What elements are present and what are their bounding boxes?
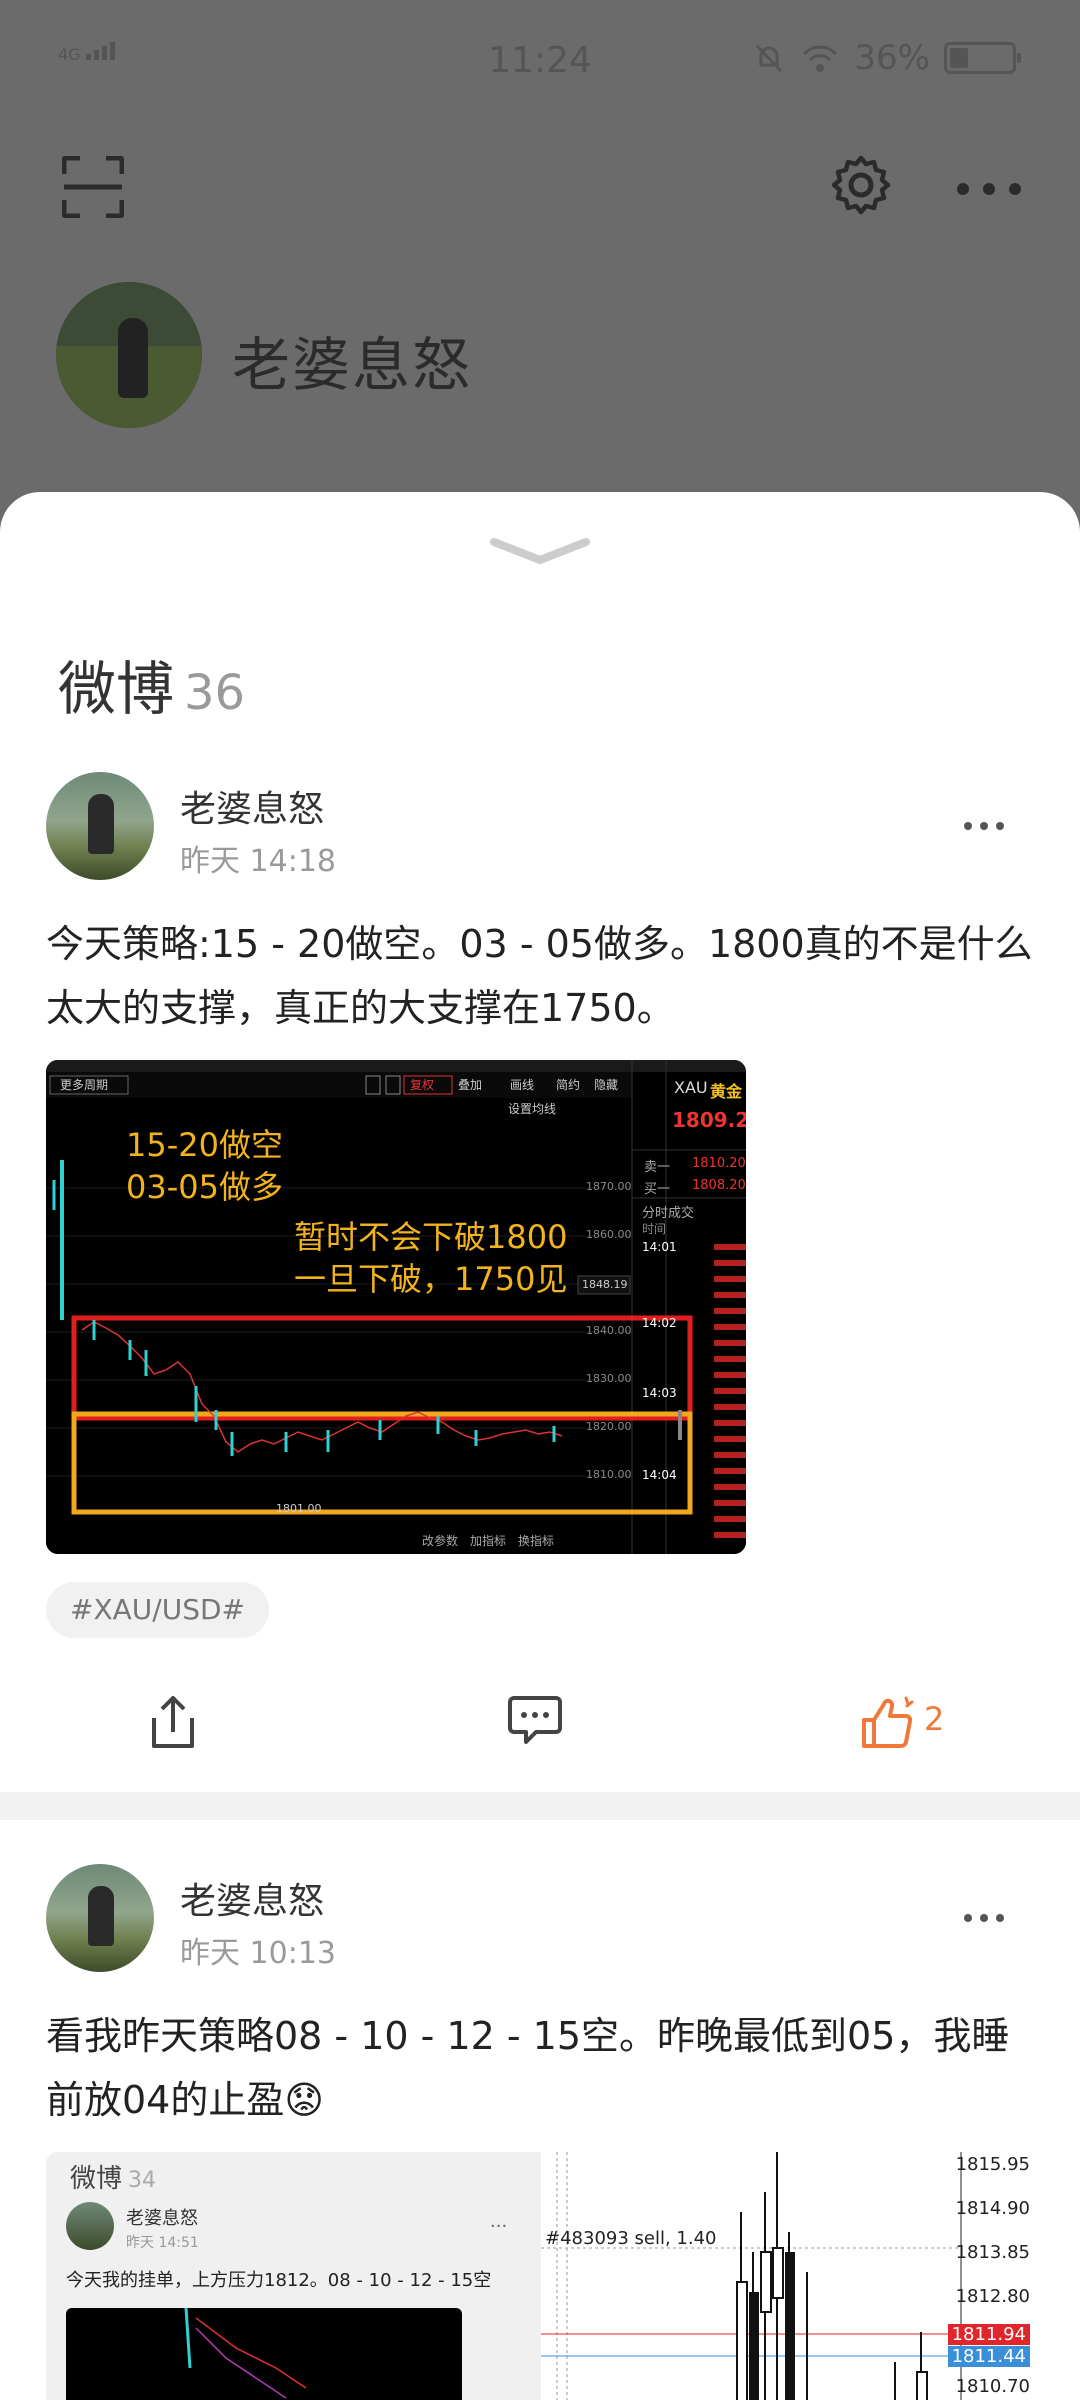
post-time: 昨天 14:18 xyxy=(180,844,336,879)
chart-note-2: 03-05做多 xyxy=(126,1168,283,1206)
axis-label: 1830.00 xyxy=(586,1372,632,1385)
price-tick: 1813.85 xyxy=(955,2242,1030,2263)
tick-time: 14:04 xyxy=(642,1468,677,1482)
price-tick: 1812.80 xyxy=(955,2286,1030,2307)
axis-label: 1848.19 xyxy=(582,1278,628,1291)
restore-button: 复权 xyxy=(410,1078,435,1092)
profile-avatar[interactable] xyxy=(56,282,202,428)
chart-footer-item: 加指标 xyxy=(470,1534,507,1548)
period-button: 更多周期 xyxy=(60,1078,109,1092)
post-text: 今天策略:15 - 20做空。03 - 05做多。1800真的不是什么太大的支撑… xyxy=(46,922,1033,1030)
sell-price-flag: 1811.94 xyxy=(947,2324,1030,2345)
sell-price: 1810.20 xyxy=(692,1156,746,1171)
post-more-icon[interactable] xyxy=(964,1914,1004,1926)
battery-percent: 36% xyxy=(854,38,930,78)
buy-price-flag: 1811.44 xyxy=(947,2346,1030,2367)
weibo-sheet: 微博 36 老婆息怒 昨天 14:18 今天策略:15 - 20做空。03 - 0… xyxy=(0,492,1080,2400)
axis-label: 1820.00 xyxy=(586,1420,632,1433)
low-label: 1801.00 xyxy=(276,1502,322,1515)
embedded-avatar xyxy=(66,2202,114,2250)
tick-time: 14:02 xyxy=(642,1316,677,1330)
chart-footer-item: 换指标 xyxy=(518,1534,555,1548)
embedded-count: 34 xyxy=(128,2168,157,2193)
post-divider xyxy=(0,1792,1080,1820)
post-image-screenshot[interactable]: 微博 34 老婆息怒 昨天 14:51 ··· 今天我的挂单，上方压力1812。0… xyxy=(46,2152,1036,2400)
post-avatar[interactable] xyxy=(46,772,154,880)
section-title: 微博 36 xyxy=(58,642,245,726)
axis-label: 1870.00 xyxy=(586,1180,632,1193)
buy-label: 买一 xyxy=(644,1182,671,1197)
post-actions: 2 xyxy=(0,1684,1080,1764)
axis-label: 1840.00 xyxy=(586,1324,632,1337)
symbol-code: XAU xyxy=(674,1078,708,1097)
embedded-text: 今天我的挂单，上方压力1812。08 - 10 - 12 - 15空 xyxy=(66,2270,492,2291)
embedded-weibo-screenshot: 微博 34 老婆息怒 昨天 14:51 ··· 今天我的挂单，上方压力1812。0… xyxy=(46,2152,541,2400)
embedded-title: 微博 34 xyxy=(70,2158,156,2195)
axis-label: 1860.00 xyxy=(586,1228,632,1241)
simple-button: 简约 xyxy=(556,1078,581,1092)
embedded-time: 昨天 14:51 xyxy=(126,2235,199,2251)
hashtag-chip[interactable]: #XAU/USD# xyxy=(46,1582,270,1638)
price-tick: 1815.95 xyxy=(955,2154,1030,2175)
symbol-name: 黄金 xyxy=(710,1082,743,1101)
tick-time: 14:01 xyxy=(642,1240,677,1254)
tick-time: 14:03 xyxy=(642,1386,677,1400)
embedded-more-icon: ··· xyxy=(490,2216,508,2237)
post-text: 看我昨天策略08 - 10 - 12 - 15空。昨晚最低到05，我睡前放04的… xyxy=(46,2014,1010,2122)
post-author[interactable]: 老婆息怒 xyxy=(180,780,324,832)
more-options-icon[interactable] xyxy=(956,182,1022,196)
like-thumb-icon[interactable] xyxy=(860,1694,918,1752)
symbol-price: 1809.20 xyxy=(672,1108,746,1132)
overlay-button: 叠加 xyxy=(458,1078,483,1092)
embedded-author: 老婆息怒 xyxy=(126,2208,198,2229)
post-image-chart[interactable]: 15-20做空 03-05做多 暂时不会下破1800 一旦下破，1750见 更多… xyxy=(46,1060,746,1554)
sell-label: 卖一 xyxy=(644,1160,671,1175)
embedded-chart xyxy=(66,2307,462,2400)
status-bar: 4G 11:24 36% xyxy=(0,0,1080,120)
hide-button: 隐藏 xyxy=(594,1078,619,1092)
scan-icon[interactable] xyxy=(62,156,124,218)
order-label: #483093 sell, 1.40 xyxy=(545,2228,717,2249)
mute-bell-icon xyxy=(756,44,783,73)
ma-settings: 设置均线 xyxy=(508,1102,557,1116)
settings-gear-icon[interactable] xyxy=(830,154,892,216)
axis-label: 1810.00 xyxy=(586,1468,632,1481)
comment-icon[interactable] xyxy=(506,1694,564,1746)
wifi-icon xyxy=(803,45,838,72)
ticker-header: 分时成交 xyxy=(642,1206,695,1221)
buy-price: 1808.20 xyxy=(692,1178,746,1193)
embedded-title-label: 微博 xyxy=(70,2164,123,2194)
section-title-label: 微博 xyxy=(58,655,175,723)
tick-price-column xyxy=(714,1240,746,1540)
price-tick: 1814.90 xyxy=(955,2198,1030,2219)
draw-button: 画线 xyxy=(510,1078,535,1092)
post-more-icon[interactable] xyxy=(964,822,1004,834)
section-count: 36 xyxy=(184,665,246,721)
embedded-ticker-chart: #483093 sell, 1.40 1815.95 1814.90 1813.… xyxy=(541,2152,1036,2400)
share-icon[interactable] xyxy=(148,1694,198,1752)
chart-note-4: 一旦下破，1750见 xyxy=(294,1260,568,1298)
post-avatar[interactable] xyxy=(46,1864,154,1972)
chart-note-1: 15-20做空 xyxy=(126,1126,283,1164)
post-time: 昨天 10:13 xyxy=(180,1936,336,1971)
chart-footer-item: 改参数 xyxy=(422,1534,459,1548)
price-tick: 1810.70 xyxy=(955,2376,1030,2397)
like-count: 2 xyxy=(924,1700,945,1738)
chart-note-3: 暂时不会下破1800 xyxy=(294,1218,568,1256)
profile-name: 老婆息怒 xyxy=(232,331,473,399)
collapse-chevron-icon[interactable] xyxy=(490,532,590,572)
ticker-col-time: 时间 xyxy=(642,1222,667,1236)
battery-icon xyxy=(944,42,1021,74)
post-author[interactable]: 老婆息怒 xyxy=(180,1872,324,1924)
embedded-chart-graphic xyxy=(184,2307,307,2399)
